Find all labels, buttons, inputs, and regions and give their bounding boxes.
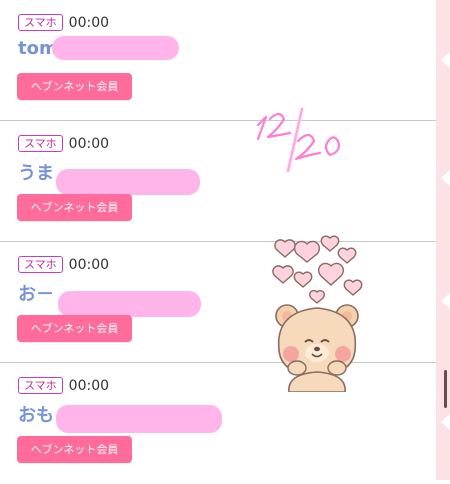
device-badge: スマホ	[18, 135, 63, 152]
rail-notch	[441, 414, 450, 430]
visitor-name[interactable]: おも	[18, 401, 54, 427]
redaction-mark	[56, 405, 222, 433]
member-badge-button[interactable]: ヘブンネット会員	[17, 194, 132, 221]
device-badge: スマホ	[18, 14, 63, 31]
visit-time: 00:00	[68, 256, 110, 273]
visitor-name[interactable]: うま	[18, 159, 54, 185]
scroll-rail[interactable]	[436, 0, 450, 480]
visit-time: 00:00	[68, 377, 110, 394]
visitor-list: スマホ 00:00 tom ヘブンネット会員 スマホ 00:00 うま ヘブンネ…	[0, 0, 436, 480]
rail-notch	[441, 170, 450, 186]
member-badge-button[interactable]: ヘブンネット会員	[17, 315, 132, 342]
device-badge: スマホ	[18, 256, 63, 273]
entry-meta: スマホ 00:00	[18, 256, 109, 273]
handwritten-date	[256, 106, 341, 174]
entry-meta: スマホ 00:00	[18, 377, 109, 394]
entry-meta: スマホ 00:00	[18, 135, 109, 152]
bear-with-hearts-icon	[272, 235, 363, 392]
list-item[interactable]: スマホ 00:00 おも ヘブンネット会員	[0, 363, 436, 484]
rail-notch	[441, 52, 450, 68]
entry-meta: スマホ 00:00	[18, 14, 109, 31]
visit-time: 00:00	[68, 135, 110, 152]
visit-time: 00:00	[68, 14, 110, 31]
member-badge-button[interactable]: ヘブンネット会員	[17, 73, 132, 100]
redaction-mark	[58, 291, 201, 317]
redaction-mark	[56, 169, 200, 195]
device-badge: スマホ	[18, 377, 63, 394]
rail-notch	[441, 293, 450, 309]
scrollbar-thumb[interactable]	[444, 370, 447, 408]
list-item[interactable]: スマホ 00:00 tom ヘブンネット会員	[0, 0, 436, 121]
list-item[interactable]: スマホ 00:00 うま ヘブンネット会員	[0, 121, 436, 242]
list-item[interactable]: スマホ 00:00 お－ ヘブンネット会員	[0, 242, 436, 363]
visitor-name[interactable]: お－	[18, 280, 54, 306]
member-badge-button[interactable]: ヘブンネット会員	[17, 436, 132, 463]
redaction-mark	[52, 36, 179, 60]
